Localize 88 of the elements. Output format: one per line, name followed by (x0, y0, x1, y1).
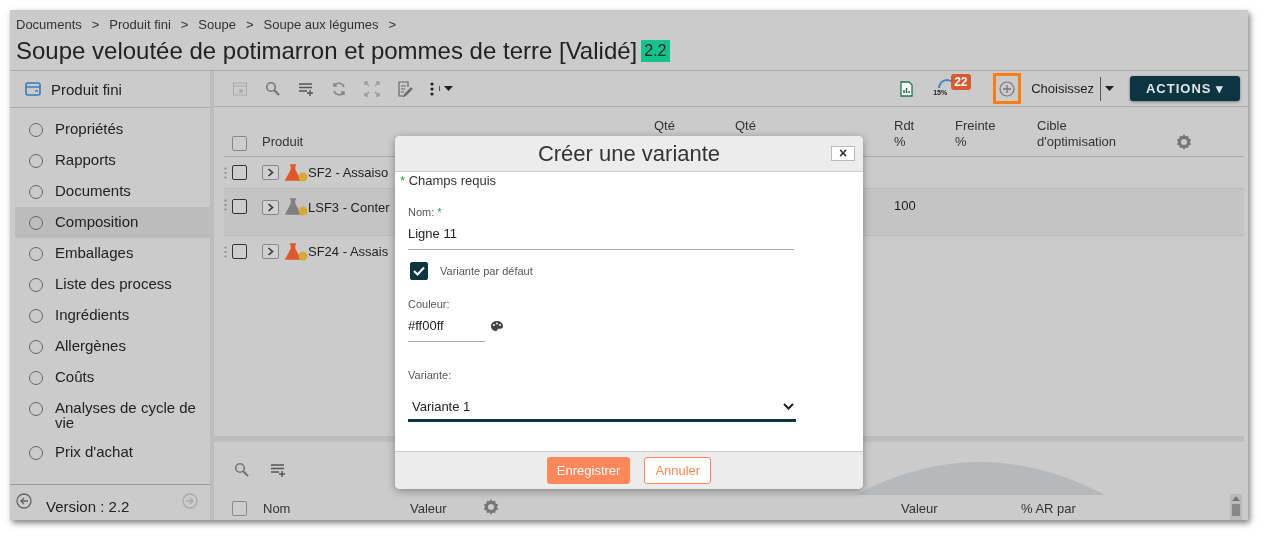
sidebar-item[interactable]: Composition (15, 207, 210, 238)
product-name[interactable]: LSF3 - Conter (308, 199, 390, 215)
status-dot (298, 251, 308, 260)
expand-button[interactable] (262, 199, 279, 215)
column-header: Produit (262, 134, 305, 150)
wallet-icon (25, 82, 41, 96)
chevron-icon[interactable] (267, 247, 274, 256)
version-badge: 2.2 (641, 40, 670, 62)
product-name[interactable]: SF2 - Assaiso (308, 165, 389, 180)
select-all-checkbox[interactable] (232, 136, 247, 151)
view-select[interactable]: Choisissez (1031, 76, 1114, 101)
row-checkbox[interactable] (232, 165, 247, 180)
name-field[interactable]: Ligne 11 (408, 218, 794, 250)
table-cell-text: 100 (894, 198, 917, 213)
spreadsheet-icon[interactable] (900, 80, 914, 97)
expand-button[interactable] (262, 165, 279, 180)
edit-icon[interactable] (397, 80, 413, 97)
chevron-icon[interactable] (267, 202, 274, 212)
field-label: Couleur: (408, 298, 451, 310)
breadcrumb-link[interactable]: Produit fini (109, 17, 171, 32)
breadcrumb-separator: > (245, 17, 254, 32)
status-dot (298, 172, 308, 181)
required-mark: * (400, 173, 406, 188)
settings-icon[interactable] (1175, 133, 1193, 151)
column-header: Cible d'optimisation (1037, 118, 1118, 150)
required-mark: * (437, 206, 442, 218)
section-title: Produit fini (51, 80, 122, 98)
color-field[interactable]: #ff00ff (408, 310, 485, 342)
breadcrumb-link[interactable]: Soupe (198, 17, 236, 32)
refresh-icon[interactable] (331, 80, 347, 97)
page-title: Soupe veloutée de potimarron et pommes de terre [Validé] (16, 37, 638, 65)
breadcrumb-link[interactable]: Soupe aux légumes (263, 17, 379, 32)
sidebar-item[interactable]: Ingrédients (15, 300, 210, 331)
arrow-up-icon[interactable] (1232, 496, 1240, 501)
caret-icon[interactable] (1105, 86, 1114, 91)
add-row-icon[interactable] (298, 80, 314, 97)
status-dot (298, 206, 308, 216)
checkbox-label: Variante par défaut (440, 265, 533, 277)
version-label: Version : 2.2 (46, 498, 130, 515)
column-header: Qté (735, 118, 757, 134)
breadcrumb-separator: > (91, 17, 100, 32)
chevron-icon[interactable] (267, 168, 274, 177)
sidebar-item[interactable]: Prix d'achat (15, 437, 210, 468)
palette-icon[interactable] (490, 320, 504, 332)
select-all-checkbox[interactable] (232, 501, 247, 516)
field-label: Nom: (408, 206, 435, 218)
column-header: Freinte % (955, 118, 997, 150)
chevron-down-icon[interactable] (783, 403, 794, 410)
add-variant-button[interactable] (993, 73, 1022, 104)
search-icon[interactable] (234, 462, 250, 478)
dialog-title: Créer une variante (537, 140, 721, 167)
actions-button[interactable]: ACTIONS ▾ (1130, 76, 1240, 101)
sidebar-item[interactable]: Rapports (15, 145, 210, 176)
product-name[interactable]: SF24 - Assais (308, 244, 389, 259)
close-button[interactable]: × (831, 146, 855, 161)
breadcrumb-separator: > (180, 17, 189, 32)
required-note: Champs requis (408, 173, 497, 188)
sidebar-item[interactable]: Emballages (15, 238, 210, 269)
search-icon[interactable] (265, 80, 281, 97)
sidebar-item[interactable]: Propriétés (15, 114, 210, 145)
drag-handle-icon[interactable] (224, 199, 227, 211)
previous-icon[interactable] (16, 492, 32, 509)
field-label: Variante: (408, 369, 453, 381)
column-header: Valeur (901, 501, 938, 517)
default-checkbox[interactable] (410, 262, 428, 280)
breadcrumb-link[interactable]: Documents (16, 17, 82, 32)
sidebar-item[interactable]: Analyses de cycle de vie (15, 393, 210, 437)
expand-button[interactable] (262, 244, 279, 259)
column-header: Rdt % (894, 118, 916, 150)
row-checkbox[interactable] (232, 244, 247, 259)
scrollbar[interactable] (1230, 494, 1242, 520)
row-checkbox[interactable] (232, 199, 247, 214)
sidebar-item[interactable]: Documents (15, 176, 210, 207)
sidebar-item[interactable]: Allergènes (15, 331, 210, 362)
sidebar-item[interactable]: Coûts (15, 362, 210, 393)
add-row-icon[interactable] (270, 462, 286, 478)
column-header: Valeur (410, 501, 447, 517)
dropdown-caret-icon[interactable] (439, 86, 453, 91)
settings-icon[interactable] (482, 498, 500, 516)
plus-icon[interactable] (999, 80, 1016, 97)
column-header: % AR par (1021, 501, 1076, 517)
variant-select[interactable]: Variante 1 (408, 394, 796, 422)
sidebar-item[interactable]: Liste des process (15, 269, 210, 300)
column-header: Qté (654, 118, 676, 134)
count-badge: 22 (951, 73, 971, 90)
breadcrumb-separator: > (388, 17, 397, 32)
column-header: Nom (263, 501, 291, 517)
more-icon[interactable] (430, 81, 434, 96)
